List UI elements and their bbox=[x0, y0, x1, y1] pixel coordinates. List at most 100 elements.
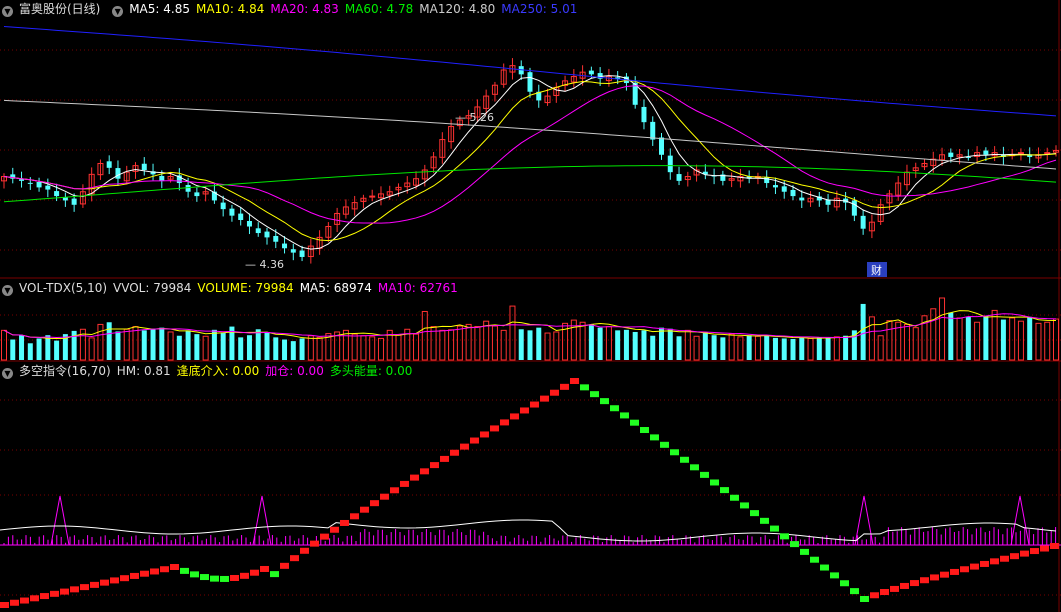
volume-bar bbox=[676, 336, 682, 360]
volume-bar bbox=[711, 335, 717, 360]
ma120-line bbox=[3, 99, 1057, 170]
energy-block bbox=[240, 572, 249, 579]
energy-block bbox=[770, 525, 779, 532]
volume-bar bbox=[825, 337, 831, 360]
volume-bar bbox=[623, 329, 629, 360]
volume-bar bbox=[720, 337, 726, 360]
energy-block bbox=[90, 581, 99, 588]
candle-body bbox=[264, 231, 270, 238]
volume-bar bbox=[615, 330, 621, 360]
energy-block bbox=[170, 564, 179, 570]
volume-bar bbox=[19, 335, 25, 360]
volume-bar bbox=[974, 321, 981, 361]
candle-body bbox=[659, 137, 664, 155]
energy-block bbox=[200, 574, 209, 581]
volume-bar bbox=[395, 334, 402, 361]
volume-bar bbox=[790, 338, 796, 360]
volume-bar bbox=[1044, 321, 1051, 361]
energy-block bbox=[960, 566, 969, 573]
energy-block bbox=[470, 437, 479, 444]
volume-bar bbox=[465, 323, 472, 361]
volume-bar bbox=[159, 327, 165, 360]
energy-block bbox=[400, 480, 409, 487]
energy-block bbox=[660, 441, 669, 448]
volume-bar bbox=[421, 310, 428, 361]
candle-body bbox=[229, 208, 235, 216]
energy-block bbox=[390, 487, 399, 494]
energy-block bbox=[140, 570, 149, 577]
energy-block bbox=[0, 602, 9, 608]
volume-bar bbox=[176, 335, 182, 360]
volume-bar bbox=[88, 337, 95, 361]
volume-bar bbox=[1, 329, 7, 361]
energy-block bbox=[950, 568, 959, 575]
volume-bar bbox=[816, 337, 822, 360]
ma5-line bbox=[3, 75, 1057, 250]
energy-block bbox=[220, 575, 229, 582]
volume-bar bbox=[781, 338, 787, 360]
volume-bar bbox=[659, 327, 664, 360]
volume-bar bbox=[448, 329, 455, 361]
volume-bar bbox=[702, 332, 708, 360]
energy-block bbox=[320, 533, 329, 540]
candle-body bbox=[764, 177, 770, 184]
candle-body bbox=[185, 185, 191, 192]
volume-bar bbox=[45, 335, 51, 360]
volume-bar bbox=[956, 317, 963, 361]
stock-chart[interactable]: — 5.26 — 4.36 财 bbox=[0, 0, 1061, 612]
energy-block bbox=[230, 574, 239, 581]
candle-body bbox=[62, 197, 68, 201]
candle-body bbox=[781, 186, 787, 192]
energy-block bbox=[20, 597, 29, 604]
candle-body bbox=[273, 235, 279, 242]
volume-bar bbox=[527, 330, 533, 360]
energy-block bbox=[560, 383, 569, 390]
volume-bar bbox=[1035, 322, 1042, 361]
energy-block bbox=[50, 590, 59, 597]
energy-block bbox=[420, 468, 429, 475]
candle-body bbox=[588, 70, 594, 75]
volume-bar bbox=[456, 325, 463, 361]
energy-block bbox=[300, 547, 309, 554]
volume-bar bbox=[597, 327, 603, 360]
energy-block bbox=[1020, 550, 1029, 557]
energy-block bbox=[330, 526, 339, 533]
volume-bar bbox=[650, 335, 656, 360]
volume-bar bbox=[930, 308, 937, 361]
energy-block bbox=[640, 427, 649, 434]
energy-block bbox=[160, 566, 169, 573]
volume-bar bbox=[202, 335, 209, 361]
volume-bar bbox=[1009, 317, 1016, 361]
energy-block bbox=[970, 563, 979, 570]
volume-bar bbox=[553, 331, 560, 361]
energy-block bbox=[60, 588, 69, 595]
energy-block bbox=[530, 401, 539, 408]
volume-bar bbox=[123, 328, 130, 361]
energy-block bbox=[540, 395, 549, 402]
energy-block bbox=[180, 567, 189, 574]
volume-bar bbox=[211, 329, 217, 360]
energy-block bbox=[30, 595, 39, 602]
energy-block bbox=[580, 384, 589, 391]
energy-block bbox=[670, 449, 679, 456]
energy-block bbox=[290, 555, 299, 562]
energy-block bbox=[10, 599, 19, 606]
volume-bar bbox=[632, 331, 638, 360]
volume-bar bbox=[536, 327, 542, 360]
volume-bar bbox=[886, 320, 893, 361]
volume-bar bbox=[238, 337, 244, 360]
energy-block bbox=[120, 575, 129, 582]
volume-bar bbox=[588, 324, 594, 360]
energy-block bbox=[1010, 553, 1019, 560]
energy-block bbox=[110, 577, 119, 584]
volume-bar bbox=[167, 331, 174, 361]
volume-bar bbox=[264, 331, 270, 360]
candle-body bbox=[790, 189, 796, 197]
energy-block bbox=[690, 464, 699, 471]
energy-block bbox=[430, 462, 439, 469]
energy-block bbox=[340, 519, 349, 526]
energy-block bbox=[1030, 548, 1039, 555]
volume-bar bbox=[360, 335, 367, 361]
candle-body bbox=[255, 228, 261, 234]
energy-block bbox=[630, 419, 639, 426]
